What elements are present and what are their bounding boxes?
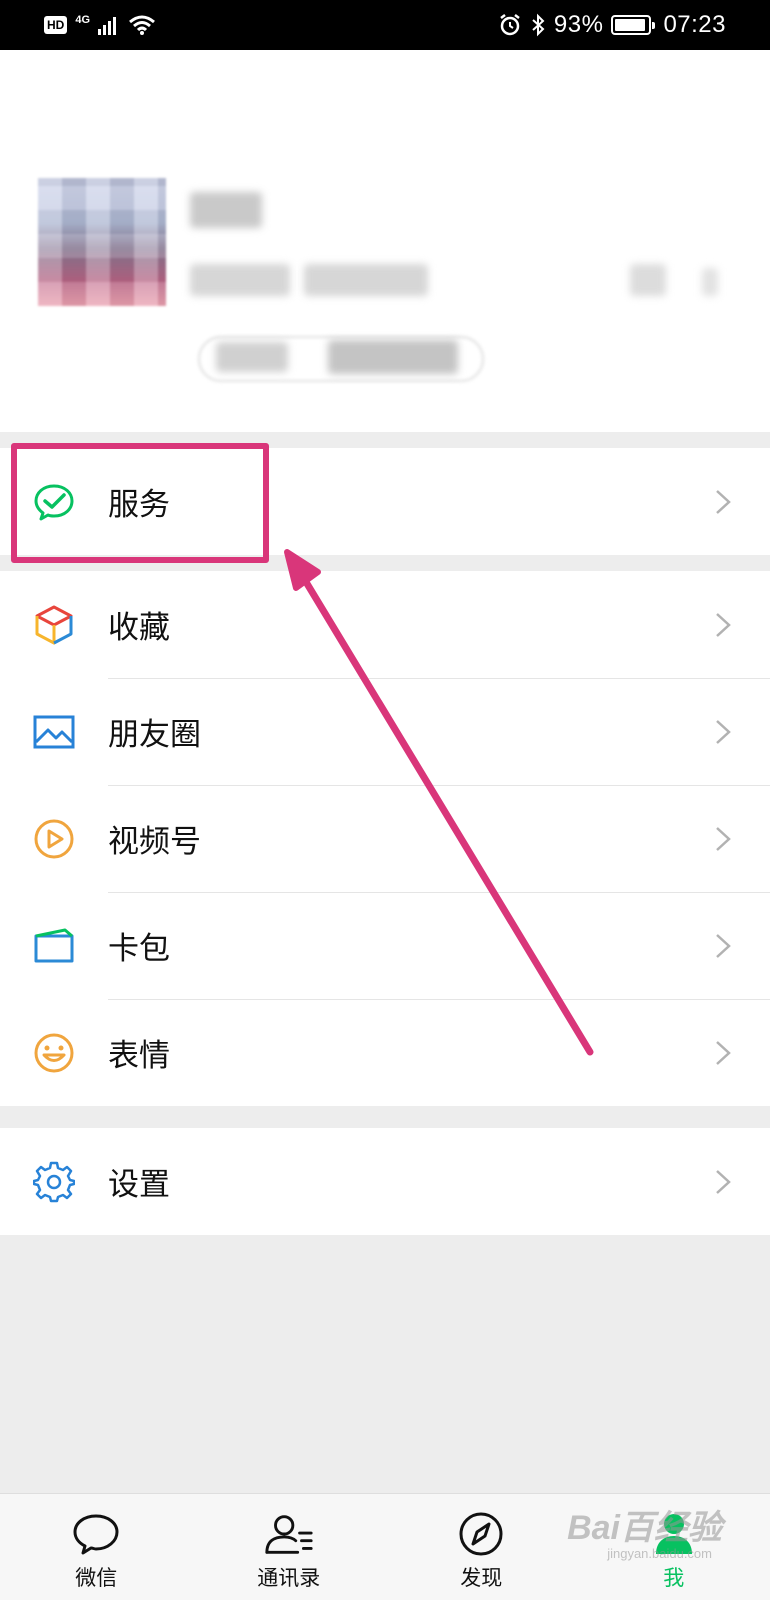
tab-label: 发现 xyxy=(460,1566,503,1590)
menu-label: 表情 xyxy=(108,1038,170,1074)
play-circle-icon xyxy=(32,817,76,861)
menu-item-channels[interactable]: 视频号 xyxy=(0,785,770,892)
tab-discover[interactable]: 发现 xyxy=(385,1494,578,1600)
menu-item-stickers[interactable]: 表情 xyxy=(0,999,770,1106)
chevron-redacted xyxy=(702,268,718,296)
chevron-right-icon xyxy=(716,612,731,637)
battery-icon xyxy=(611,15,656,35)
nickname-redacted xyxy=(190,192,262,228)
gear-icon xyxy=(32,1160,76,1204)
battery-fill xyxy=(615,19,646,31)
cube-icon xyxy=(32,603,76,647)
watermark-url: jingyan.baidu.com xyxy=(607,1546,712,1561)
clock: 07:23 xyxy=(663,11,726,38)
chevron-right-icon xyxy=(716,719,731,744)
picture-icon xyxy=(32,710,76,754)
chevron-right-icon xyxy=(716,1169,731,1194)
menu-group-main: 收藏 朋友圈 视频号 卡包 表情 xyxy=(0,571,770,1106)
network-type: 4G xyxy=(75,14,91,26)
wechat-id-redacted-2 xyxy=(304,264,428,296)
menu-label: 收藏 xyxy=(108,610,170,646)
status-right: 93% 07:23 xyxy=(498,11,726,39)
status-left: HD 4G xyxy=(44,14,156,36)
menu-label: 朋友圈 xyxy=(108,717,201,753)
profile-header[interactable] xyxy=(0,50,770,432)
status-bar: HD 4G 93% 07:23 xyxy=(0,0,770,50)
avatar[interactable] xyxy=(38,178,166,306)
annotation-highlight-box xyxy=(11,443,269,563)
tab-label: 微信 xyxy=(75,1566,118,1590)
alarm-icon xyxy=(500,14,520,36)
wallet-card-icon xyxy=(32,924,76,968)
chat-bubble-icon xyxy=(70,1510,122,1558)
menu-label: 卡包 xyxy=(108,931,170,967)
tab-label: 通讯录 xyxy=(257,1566,321,1590)
menu-group-settings: 设置 xyxy=(0,1128,770,1235)
hd-badge: HD xyxy=(44,16,68,34)
watermark: Bai百经验 xyxy=(567,1509,722,1547)
bluetooth-icon xyxy=(532,13,545,37)
qr-redacted[interactable] xyxy=(630,264,666,296)
tab-label: 我 xyxy=(663,1566,685,1590)
status-text-redacted-2 xyxy=(328,340,458,374)
menu-label: 设置 xyxy=(108,1167,170,1203)
chevron-right-icon xyxy=(716,826,731,851)
chevron-right-icon xyxy=(716,489,731,514)
status-text-redacted xyxy=(216,342,288,372)
tab-contacts[interactable]: 通讯录 xyxy=(193,1494,386,1600)
menu-item-settings[interactable]: 设置 xyxy=(0,1128,770,1235)
menu-item-moments[interactable]: 朋友圈 xyxy=(0,678,770,785)
wifi-icon xyxy=(129,15,155,35)
menu-item-cards[interactable]: 卡包 xyxy=(0,892,770,999)
chevron-right-icon xyxy=(716,1040,731,1065)
contacts-icon xyxy=(263,1510,315,1558)
tab-chats[interactable]: 微信 xyxy=(0,1494,193,1600)
signal-icon xyxy=(98,17,117,35)
smiley-icon xyxy=(32,1031,76,1075)
menu-label: 视频号 xyxy=(108,824,201,860)
wechat-id-redacted xyxy=(190,264,290,296)
compass-icon xyxy=(455,1510,507,1558)
menu-item-favorites[interactable]: 收藏 xyxy=(0,571,770,678)
battery-percent: 93% xyxy=(553,11,604,38)
chevron-right-icon xyxy=(716,933,731,958)
